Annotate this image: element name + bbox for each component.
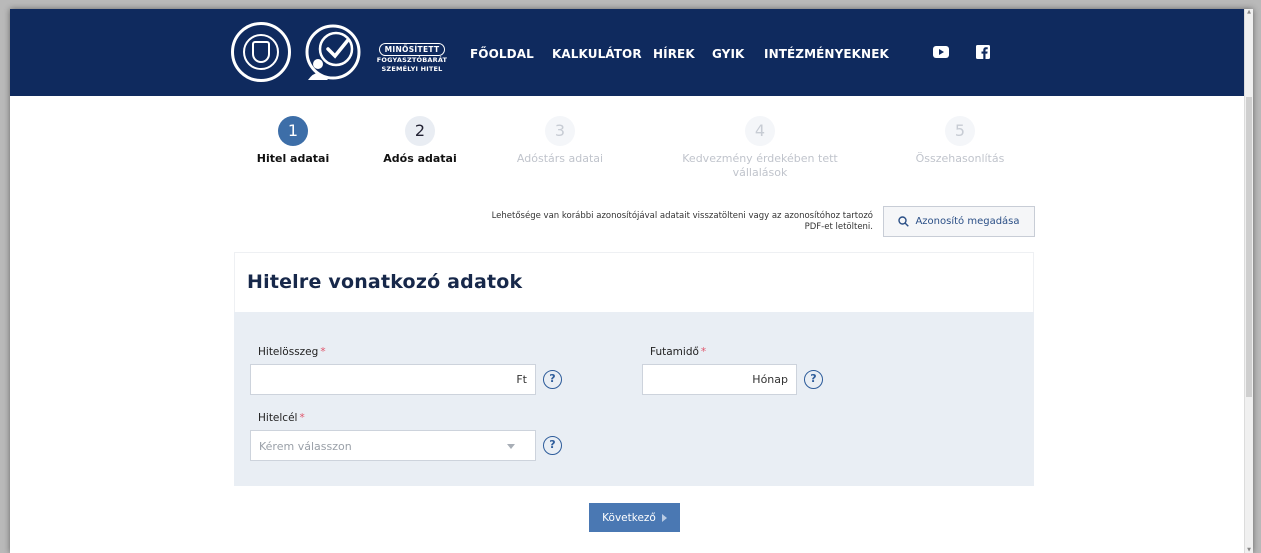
term-input[interactable]: Hónap — [642, 364, 797, 395]
step-2-number: 2 — [405, 116, 435, 146]
purpose-placeholder: Kérem válasszon — [259, 440, 352, 453]
form-card-header: Hitelre vonatkozó adatok — [234, 252, 1034, 312]
consumer-friendly-badge-logo[interactable] — [302, 22, 364, 82]
purpose-select[interactable]: Kérem válasszon — [250, 430, 536, 461]
nav-institutions[interactable]: INTÉZMÉNYEKNEK — [764, 47, 889, 61]
arrow-right-icon — [661, 513, 667, 522]
required-marker: * — [299, 412, 305, 424]
term-help-icon[interactable]: ? — [804, 370, 823, 389]
scroll-up-arrow-icon[interactable]: ▲ — [1246, 9, 1252, 15]
step-4-label: Kedvezmény érdekében tett vállalások — [682, 152, 838, 179]
browser-viewport: MINŐSÍTETT FOGYASZTÓBARÁT SZEMÉLYI HITEL… — [10, 9, 1253, 553]
nav-home[interactable]: FŐOLDAL — [470, 47, 534, 61]
form-card-body: Hitelösszeg * Ft ? Futamidő * Hónap ? Hite… — [234, 312, 1034, 486]
amount-input[interactable]: Ft — [250, 364, 536, 395]
brand-badge: MINŐSÍTETT — [378, 43, 446, 56]
step-3: 3 Adóstárs adatai — [470, 116, 650, 166]
step-3-label: Adóstárs adatai — [516, 152, 604, 165]
enter-id-button[interactable]: Azonosító megadása — [883, 206, 1035, 237]
step-5-number: 5 — [945, 116, 975, 146]
amount-unit: Ft — [516, 373, 527, 386]
purpose-label-text: Hitelcél — [258, 412, 298, 424]
brand-wordmark[interactable]: MINŐSÍTETT FOGYASZTÓBARÁT SZEMÉLYI HITEL — [372, 37, 452, 74]
purpose-label: Hitelcél * — [258, 412, 305, 424]
term-label-text: Futamidő — [650, 346, 699, 358]
load-info-text: Lehetősége van korábbi azonosítójával ad… — [491, 211, 873, 232]
step-3-number: 3 — [545, 116, 575, 146]
form-title: Hitelre vonatkozó adatok — [247, 271, 523, 293]
required-marker: * — [320, 346, 326, 358]
chevron-down-icon — [507, 444, 515, 449]
term-unit: Hónap — [752, 373, 788, 386]
amount-label: Hitelösszeg * — [258, 346, 326, 358]
brand-line-1: FOGYASZTÓBARÁT — [376, 56, 448, 64]
purpose-help-icon[interactable]: ? — [543, 436, 562, 455]
youtube-icon[interactable] — [933, 45, 949, 59]
facebook-icon[interactable] — [976, 45, 990, 59]
scroll-down-arrow-icon[interactable]: ▼ — [1246, 547, 1252, 553]
seal-crest — [252, 41, 270, 63]
step-5: 5 Összehasonlítás — [870, 116, 1050, 166]
search-icon — [898, 216, 910, 227]
next-button[interactable]: Következő — [589, 503, 680, 532]
nav-faq[interactable]: GYIK — [712, 47, 744, 61]
amount-label-text: Hitelösszeg — [258, 346, 319, 358]
enter-id-button-label: Azonosító megadása — [915, 216, 1020, 227]
step-1-number: 1 — [278, 116, 308, 146]
step-5-label: Összehasonlítás — [915, 152, 1005, 165]
next-button-label: Következő — [602, 511, 656, 524]
nav-news[interactable]: HÍREK — [653, 47, 695, 61]
page-scrollbar[interactable]: ▲ ▼ — [1244, 9, 1253, 553]
site-header: MINŐSÍTETT FOGYASZTÓBARÁT SZEMÉLYI HITEL… — [10, 9, 1253, 96]
nav-calculator[interactable]: KALKULÁTOR — [552, 47, 642, 61]
scrollbar-thumb[interactable] — [1246, 97, 1252, 397]
term-label: Futamidő * — [650, 346, 706, 358]
mnb-seal-logo[interactable] — [231, 22, 291, 82]
step-4: 4 Kedvezmény érdekében tett vállalások — [670, 116, 850, 180]
required-marker: * — [700, 346, 707, 358]
step-4-number: 4 — [745, 116, 775, 146]
amount-help-icon[interactable]: ? — [543, 370, 562, 389]
brand-line-2: SZEMÉLYI HITEL — [381, 65, 443, 73]
